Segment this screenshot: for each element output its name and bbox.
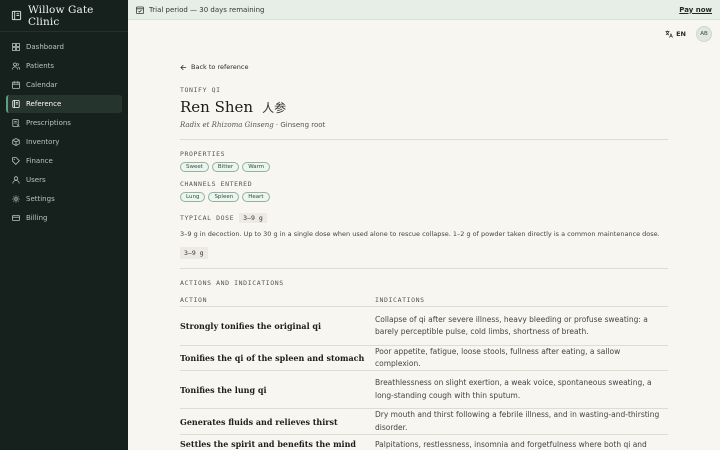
sidebar-item-users[interactable]: Users [6,171,122,189]
arrow-left-icon [180,64,187,70]
indications-cell: Collapse of qi after severe illness, hea… [375,314,648,337]
property-tag: Sweet [180,162,209,172]
actions-table: ACTION INDICATIONS Strongly tonifies the… [180,293,668,450]
dose-label: TYPICAL DOSE [180,214,235,222]
calendar-icon [12,81,20,89]
sidebar-item-label: Settings [26,195,55,203]
action-cell: Settles the spirit and benefits the mind [180,439,357,449]
sidebar-item-label: Prescriptions [26,119,71,127]
sidebar-item-label: Reference [26,100,62,108]
sidebar-item-finance[interactable]: Finance [6,152,122,170]
divider [180,139,668,140]
grid-icon [12,43,20,51]
table-row: Generates fluids and relieves thirst Dry… [180,409,668,435]
translate-icon [665,30,673,38]
herb-name: Ren Shen [180,98,254,116]
tag-icon [12,157,20,165]
table-row: Tonifies the qi of the spleen and stomac… [180,346,668,371]
pay-now-link[interactable]: Pay now [679,6,712,14]
sidebar-item-label: Dashboard [26,43,64,51]
page-title: Ren Shen 人参 [180,98,668,116]
channel-tag: Heart [242,192,270,202]
card-icon [12,215,20,221]
herb-category: TONIFY QI [180,86,221,94]
indications-cell: Poor appetite, fatigue, loose stools, fu… [375,346,621,369]
calendar-check-icon [136,6,144,14]
user-icon [12,176,20,184]
property-tag: Warm [242,162,271,172]
table-row: Settles the spirit and benefits the mind… [180,435,668,450]
banner-message: Trial period — 30 days remaining [149,5,265,14]
box-icon [12,138,20,146]
sidebar-item-settings[interactable]: Settings [6,190,122,208]
sidebar-item-label: Users [26,176,46,184]
sidebar-item-prescriptions[interactable]: Prescriptions [6,114,122,132]
gear-icon [12,195,20,203]
trial-banner: Trial period — 30 days remaining Pay now [128,0,720,20]
table-row: Strongly tonifies the original qi Collap… [180,307,668,346]
language-switcher[interactable]: EN [665,30,686,38]
language-label: EN [676,30,686,38]
herb-name-chinese: 人参 [262,101,287,115]
back-to-reference-link[interactable]: Back to reference [180,60,668,74]
action-cell: Generates fluids and relieves thirst [180,416,338,427]
sidebar-item-label: Finance [26,157,53,165]
action-cell: Tonifies the qi of the spleen and stomac… [180,353,365,363]
english-name: · Ginseng root [273,121,326,129]
sidebar-item-label: Patients [26,62,55,70]
dose-header: TYPICAL DOSE 3–9 g [180,213,668,223]
dose-value: 3–9 g [239,213,267,223]
indications-cell: Dry mouth and thirst following a febrile… [375,410,660,432]
avatar[interactable]: AB [696,26,712,42]
brand[interactable]: Willow Gate Clinic [0,0,128,32]
book-icon [12,100,20,108]
properties-list: Sweet Bitter Warm [180,162,668,172]
sidebar-item-label: Inventory [26,138,60,146]
herb-latin-name: Radix et Rhizoma Ginseng · Ginseng root [180,121,668,129]
sidebar-item-reference[interactable]: Reference [6,95,122,113]
dose-badge: 3–9 g [180,247,208,259]
sidebar-nav: Dashboard Patients Calendar Reference Pr… [0,32,128,227]
column-header-indications: INDICATIONS [375,295,425,304]
properties-label: PROPERTIES [180,150,226,158]
top-bar: EN AB [128,20,720,48]
prescription-icon [12,119,20,127]
latin-name: Radix et Rhizoma Ginseng [180,121,274,129]
sidebar-item-label: Billing [26,214,48,222]
brand-name: Willow Gate Clinic [27,3,94,28]
table-row: Tonifies the lung qi Breathlessness on s… [180,371,668,409]
channel-tag: Spleen [208,192,240,202]
indications-cell: Breathlessness on slight exertion, a wea… [375,378,652,400]
action-cell: Tonifies the lung qi [180,384,267,395]
users-icon [12,62,20,70]
dose-description: 3–9 g in decoction. Up to 30 g in a sing… [180,230,660,238]
sidebar-item-inventory[interactable]: Inventory [6,133,122,151]
channel-tag: Lung [180,192,206,202]
sidebar-item-dashboard[interactable]: Dashboard [6,38,122,56]
column-header-action: ACTION [180,295,208,304]
sidebar-item-patients[interactable]: Patients [6,57,122,75]
property-tag: Bitter [211,162,240,172]
channels-list: Lung Spleen Heart [180,192,668,202]
book-logo-icon [11,10,22,21]
sidebar: Willow Gate Clinic Dashboard Patients Ca… [0,0,128,450]
indications-cell: Palpitations, restlessness, insomnia and… [375,440,647,449]
sidebar-item-calendar[interactable]: Calendar [6,76,122,94]
herb-detail: Back to reference TONIFY QI Ren Shen 人参 … [180,60,668,450]
divider [180,268,668,269]
sidebar-item-label: Calendar [26,81,58,89]
back-label: Back to reference [191,63,249,71]
sidebar-item-billing[interactable]: Billing [6,209,122,227]
actions-label: ACTIONS AND INDICATIONS [180,279,284,287]
channels-label: CHANNELS ENTERED [180,180,253,188]
action-cell: Strongly tonifies the original qi [180,321,322,331]
table-header: ACTION INDICATIONS [180,293,668,307]
